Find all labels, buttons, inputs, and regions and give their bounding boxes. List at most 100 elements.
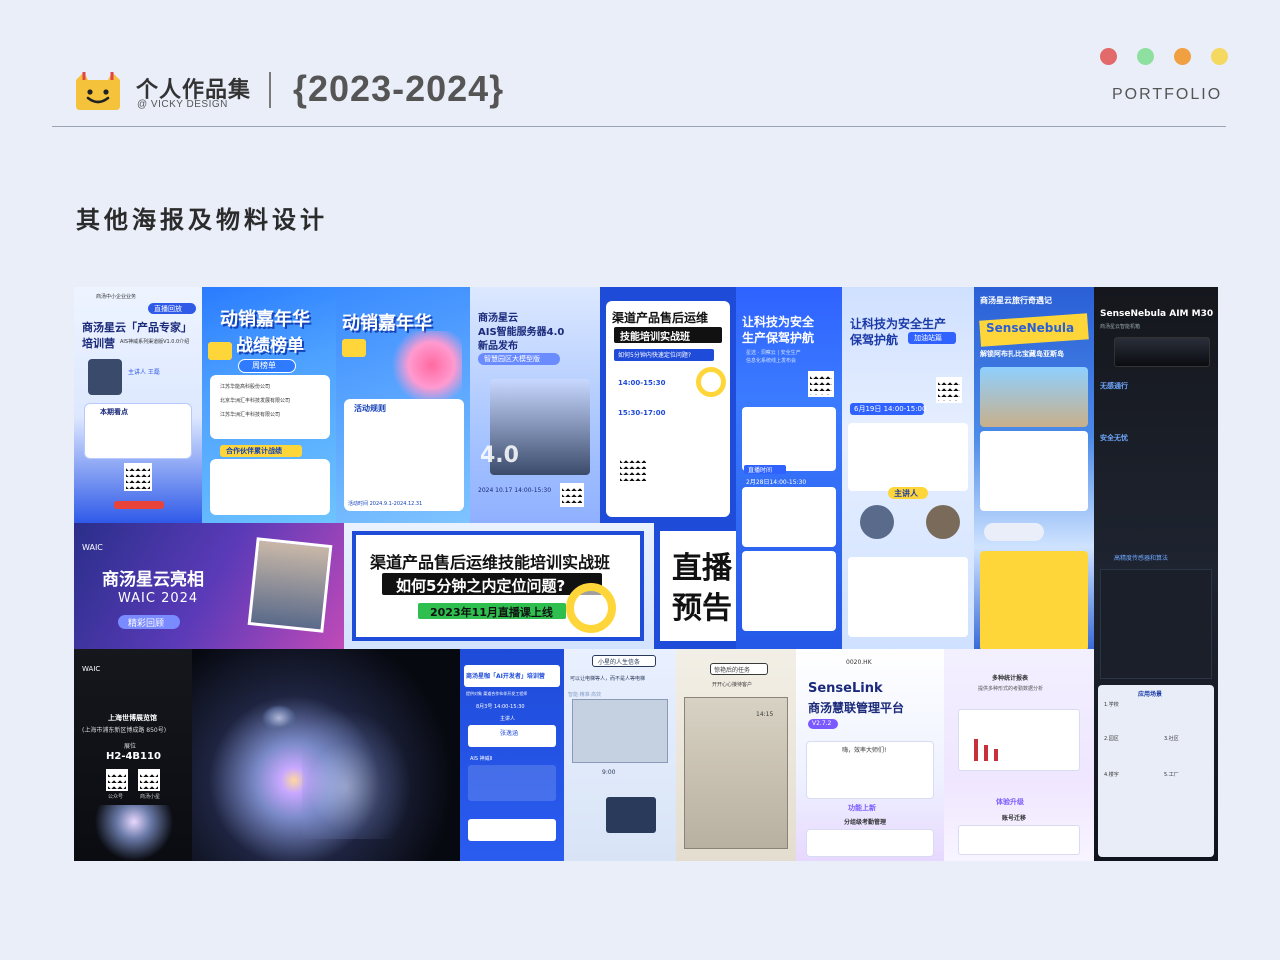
recap-tag-label: 精彩回顾	[128, 619, 165, 629]
speakers-card	[742, 487, 836, 547]
qr-code	[560, 483, 584, 507]
question-text: 如何5分钟之内定位问题?	[396, 577, 566, 595]
poster-collage: 商汤中小企业业务 直播回放 商汤星云「产品专家」 培训营 AIS神威系列渠道版V…	[74, 287, 1218, 861]
poster-title-2: 保驾护航	[850, 333, 899, 347]
poster-subtitle-2: 信息化系统线上发布会	[746, 358, 797, 364]
poster-title-3: 新品发布	[478, 341, 518, 352]
petal-glow	[302, 709, 412, 839]
poster-brand: 商汤中小企业业务	[96, 294, 137, 300]
venue-address: (上海市浦东新区博成路 850号)	[82, 727, 167, 734]
poster-safety-production-1: 让科技为安全 生产保驾护航 星选 · 洞察云 | 安全生产 信息化系统线上发布会…	[736, 287, 842, 659]
feature-card	[806, 829, 934, 857]
course-name: AIS 神威Ⅱ	[470, 756, 493, 762]
report-bar-2	[984, 745, 988, 761]
header-divider	[269, 72, 271, 108]
event-photo	[247, 537, 333, 633]
poster-tag-label: 智慧园区大模型版	[484, 355, 540, 363]
story-card	[980, 431, 1088, 511]
report-bar-1	[974, 739, 978, 761]
info-card	[742, 407, 836, 471]
section-title: 其他海报及物料设计	[76, 206, 328, 234]
comic-header-label: 小星的人生信条	[598, 659, 641, 666]
qr-code	[808, 371, 834, 397]
color-dots	[1100, 48, 1228, 65]
rules-title: 活动规则	[354, 404, 386, 413]
poster-title: 渠道产品售后运维	[612, 311, 709, 325]
report-sub: 提供多种形式的考勤数据分析	[978, 686, 1044, 692]
poster-ais-launch: 商汤星云 AIS智能服务器4.0 新品发布 智慧园区大模型版 4.0 2024 …	[470, 287, 600, 523]
comic-time: 9:00	[602, 769, 616, 776]
report-bar-3	[994, 749, 998, 761]
question-text: 如何5分钟内快速定位问题?	[618, 352, 692, 359]
join-card	[468, 819, 556, 841]
partner-card	[210, 459, 330, 515]
poster-senselink: 0020.HK SenseLink 商汤慧联管理平台 V2.7.2 嗨，效率大师…	[796, 649, 944, 861]
poster-title: 让科技为安全生产	[850, 317, 947, 331]
poster-waic-booth: WAIC 上海世博展览馆 (上海市浦东新区博成路 850号) 展位 H2-4B1…	[74, 649, 192, 861]
product-title-2: 商汤慧联管理平台	[808, 701, 905, 715]
banner-title-2: 预告	[672, 591, 732, 626]
banner-title: 渠道产品售后运维技能培训实战班	[370, 553, 611, 572]
feature-1: 无感通行	[1100, 382, 1128, 390]
speaker-photo-1	[860, 505, 894, 539]
poster-subtitle: AIS神威系列渠道版V1.0.0介绍	[120, 339, 190, 345]
poster-title: 商汤星云旅行奇遇记	[980, 296, 1052, 305]
island-photo	[980, 367, 1088, 427]
qr-label-1: 公众号	[108, 794, 124, 800]
speaker-label: 主讲人	[894, 489, 918, 498]
product-title: SenseLink	[808, 681, 883, 696]
poster-subtitle: 星选 · 洞察云 | 安全生产	[746, 350, 801, 356]
product-sub: 商汤星云智能机箱	[1100, 324, 1141, 330]
banner-title: 直播	[672, 551, 732, 586]
poster-tag-label: 直播回放	[154, 305, 182, 313]
message-greeting: 嗨，效率大师们!	[842, 747, 887, 754]
elevator-scene	[572, 699, 668, 763]
booth-number: H2-4B110	[106, 751, 161, 762]
prizes-card	[848, 557, 968, 637]
poster-title: 让科技为安全	[742, 315, 815, 329]
banner-sub: WAIC 2024	[118, 591, 199, 606]
red-dot	[1100, 48, 1117, 65]
camp-date: 8月3号 14:00-15:30	[476, 704, 525, 710]
designer-credit: @ VICKY DESIGN	[137, 99, 228, 110]
rules-card	[344, 399, 464, 511]
event-logo: WAIC	[82, 543, 103, 552]
poster-tag	[208, 342, 232, 360]
live-time: 2月28日14:00-15:30	[746, 479, 807, 486]
poster-title-2: 生产保驾护航	[742, 331, 815, 345]
poster-title: 动销嘉年华	[220, 309, 310, 330]
speaker-name: 主讲人 王磊	[128, 369, 160, 376]
scenario-4: 4.楼宇	[1104, 772, 1119, 778]
ranking-company-2: 北京华洲汇丰科技发展有限公司	[220, 398, 291, 404]
map-card	[980, 551, 1088, 651]
poster-reception-comic: 惊艳后的任务 开开心心接待客户 14:15	[676, 649, 796, 861]
speaker-photo-2	[926, 505, 960, 539]
poster-title-2: AIS智能服务器4.0	[478, 327, 565, 338]
poster-title: 商汤星云	[478, 313, 518, 324]
banner-waic-recap: WAIC 商汤星云亮相 WAIC 2024 精彩回顾	[74, 523, 344, 649]
qr-code	[618, 455, 648, 485]
magnifier-icon	[566, 583, 616, 633]
feature-2: 安全无忧	[1100, 434, 1128, 442]
qr-label-2: 商汤小星	[140, 794, 161, 800]
poster-title-2: 培训营	[82, 337, 115, 350]
agenda-title: 本期看点	[100, 408, 128, 416]
year-range: {2023-2024}	[293, 68, 505, 109]
poster-subtitle: 解锁阿布扎比宝藏岛亚斯岛	[980, 350, 1064, 358]
specs-panel	[1100, 569, 1212, 679]
partner-rank-label: 合作伙伴累计战绩	[226, 447, 282, 455]
scenarios-title: 应用场景	[1138, 691, 1163, 698]
launch-date: 2024 10.17 14:00-15:30	[478, 487, 552, 494]
poster-elevator-comic: 小星的人生信条 可以让电梯等人，而不是人等电梯 智能·精准·高效 9:00	[564, 649, 676, 861]
reception-scene	[684, 697, 788, 849]
live-date: 6月19日 14:00-15:00	[854, 405, 927, 413]
orange-dot	[1174, 48, 1191, 65]
version-number: 4.0	[480, 443, 519, 468]
yellow-dot	[1211, 48, 1228, 65]
comic-line: 开开心心接待客户	[712, 682, 753, 688]
product-name: SenseNebula AIM M30	[1100, 309, 1214, 319]
speaker-name: 张逸涵	[500, 730, 519, 737]
poster-tag	[342, 339, 366, 357]
poster-aim-m30: SenseNebula AIM M30 商汤星云智能机箱 无感通行 安全无忧 高…	[1094, 287, 1218, 861]
portfolio-label: PORTFOLIO	[1112, 86, 1223, 103]
